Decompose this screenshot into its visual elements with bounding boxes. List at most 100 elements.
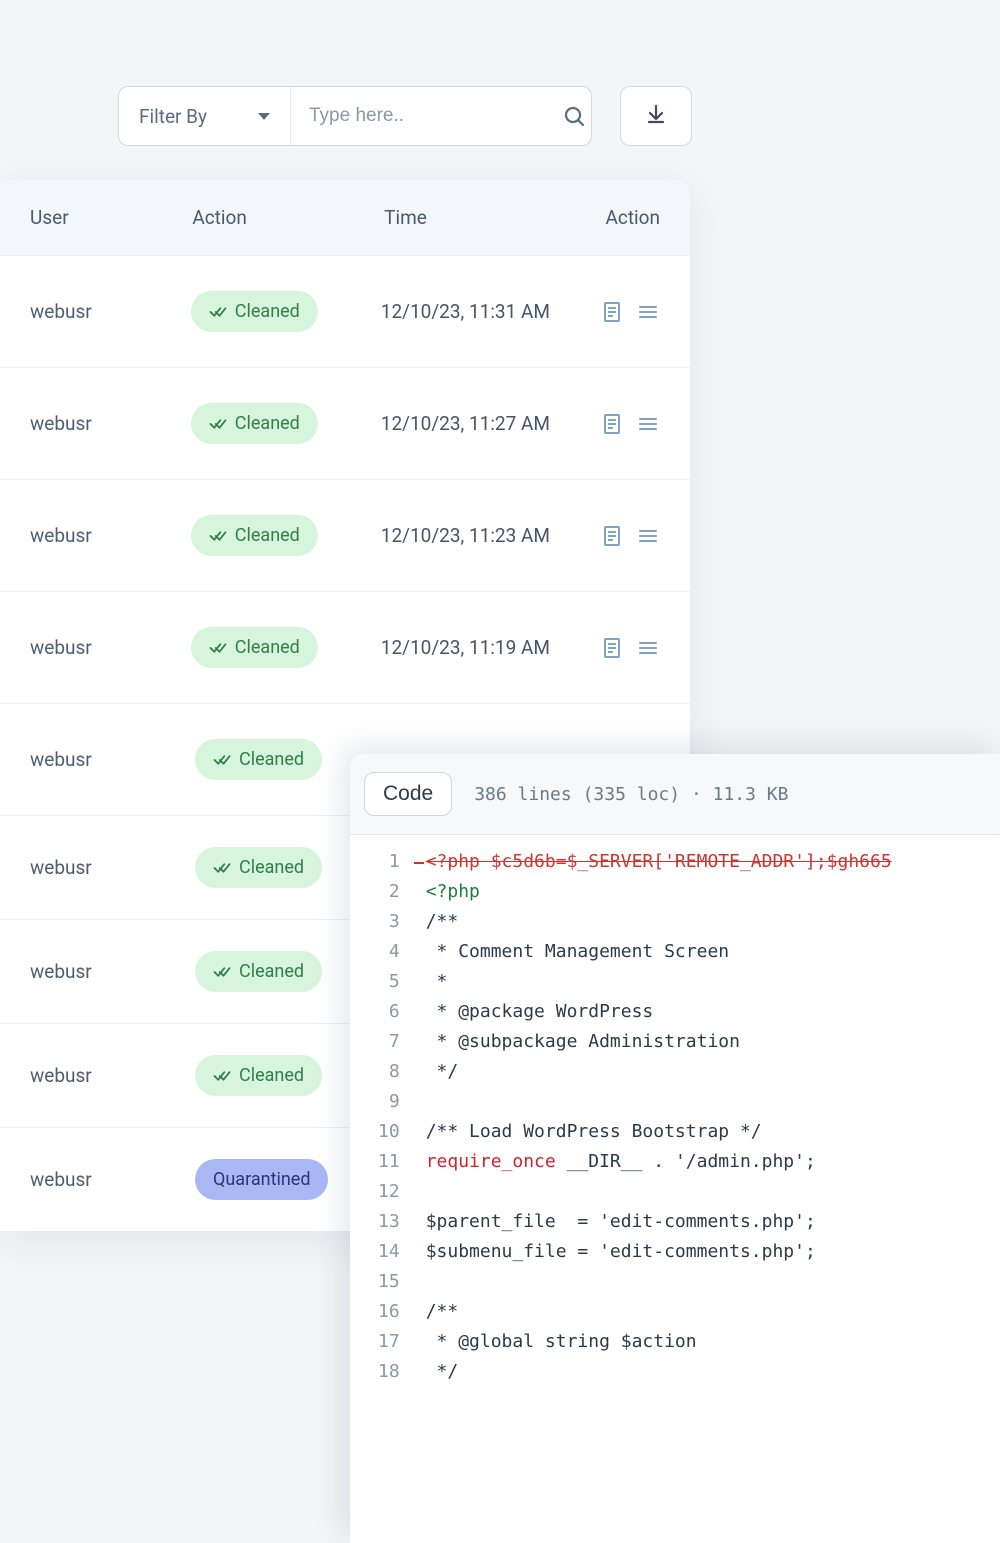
status-label: Cleaned [235, 637, 300, 658]
line-number: 15 [378, 1267, 400, 1297]
caret-down-icon [258, 113, 270, 120]
col-header-time: Time [384, 206, 605, 229]
double-check-icon [213, 965, 231, 979]
cell-actions [600, 300, 660, 324]
line-number: 9 [378, 1087, 400, 1117]
status-label: Cleaned [235, 301, 300, 322]
filter-search-group: Filter By [118, 86, 592, 146]
code-line: * @subpackage Administration [426, 1027, 892, 1057]
status-label: Cleaned [235, 525, 300, 546]
cell-user: webusr [30, 856, 195, 879]
double-check-icon [209, 529, 227, 543]
status-label: Quarantined [213, 1169, 310, 1190]
status-badge: Cleaned [195, 847, 322, 888]
col-header-status: Action [192, 206, 384, 229]
row-menu-icon[interactable] [636, 300, 660, 324]
code-line [426, 1267, 892, 1297]
table-row: webusr Cleaned 12/10/23, 11:27 AM [0, 367, 690, 479]
view-details-icon[interactable] [600, 524, 624, 548]
cell-time: 12/10/23, 11:19 AM [381, 636, 600, 659]
code-line: /** Load WordPress Bootstrap */ [426, 1117, 892, 1147]
col-header-user: User [30, 206, 192, 229]
code-line: <?php [426, 877, 892, 907]
line-number: 6 [378, 997, 400, 1027]
double-check-icon [209, 417, 227, 431]
status-badge: Cleaned [191, 515, 318, 556]
status-label: Cleaned [239, 749, 304, 770]
cell-user: webusr [30, 748, 195, 771]
code-panel-header: Code 386 lines (335 loc) · 11.3 KB [350, 754, 1000, 835]
line-number: 7 [378, 1027, 400, 1057]
line-number: 3 [378, 907, 400, 937]
cell-status: Cleaned [191, 291, 381, 332]
line-number: 4 [378, 937, 400, 967]
search-input[interactable] [309, 105, 554, 127]
double-check-icon [209, 641, 227, 655]
code-line: * [426, 967, 892, 997]
line-number: 13 [378, 1207, 400, 1237]
cell-user: webusr [30, 636, 191, 659]
code-line: require_once __DIR__ . '/admin.php'; [426, 1147, 892, 1177]
code-lines: <?php $c5d6b=$_SERVER['REMOTE_ADDR'];$gh… [416, 835, 892, 1543]
code-line [426, 1087, 892, 1117]
status-label: Cleaned [239, 1065, 304, 1086]
code-meta: 386 lines (335 loc) · 11.3 KB [474, 784, 788, 805]
status-label: Cleaned [239, 857, 304, 878]
cell-actions [600, 636, 660, 660]
filter-by-dropdown[interactable]: Filter By [119, 87, 291, 145]
code-line: * Comment Management Screen [426, 937, 892, 967]
cell-user: webusr [30, 300, 191, 323]
cell-user: webusr [30, 960, 195, 983]
cell-user: webusr [30, 412, 191, 435]
code-gutter: 123456789101112131415161718 [350, 835, 416, 1543]
line-number: 8 [378, 1057, 400, 1087]
code-line: <?php $c5d6b=$_SERVER['REMOTE_ADDR'];$gh… [426, 847, 892, 877]
code-line: $parent_file = 'edit-comments.php'; [426, 1207, 892, 1237]
table-row: webusr Cleaned 12/10/23, 11:31 AM [0, 255, 690, 367]
search-field-wrap [291, 87, 591, 145]
view-details-icon[interactable] [600, 300, 624, 324]
line-number: 2 [378, 877, 400, 907]
double-check-icon [213, 861, 231, 875]
download-button[interactable] [620, 86, 692, 146]
code-button[interactable]: Code [364, 772, 452, 816]
view-details-icon[interactable] [600, 412, 624, 436]
cell-time: 12/10/23, 11:31 AM [381, 300, 600, 323]
line-number: 11 [378, 1147, 400, 1177]
status-badge: Cleaned [191, 403, 318, 444]
line-number: 18 [378, 1357, 400, 1387]
status-badge: Cleaned [195, 1055, 322, 1096]
code-line: /** [426, 907, 892, 937]
cell-actions [600, 524, 660, 548]
table-header: User Action Time Action [0, 180, 690, 255]
status-badge: Quarantined [195, 1159, 328, 1200]
status-badge: Cleaned [195, 739, 322, 780]
status-badge: Cleaned [191, 291, 318, 332]
code-line: /** [426, 1297, 892, 1327]
col-header-action: Action [605, 206, 660, 229]
status-label: Cleaned [239, 961, 304, 982]
row-menu-icon[interactable] [636, 636, 660, 660]
cell-time: 12/10/23, 11:27 AM [381, 412, 600, 435]
double-check-icon [209, 305, 227, 319]
table-row: webusr Cleaned 12/10/23, 11:19 AM [0, 591, 690, 703]
status-label: Cleaned [235, 413, 300, 434]
line-number: 14 [378, 1237, 400, 1267]
row-menu-icon[interactable] [636, 524, 660, 548]
double-check-icon [213, 753, 231, 767]
row-menu-icon[interactable] [636, 412, 660, 436]
view-details-icon[interactable] [600, 636, 624, 660]
search-icon[interactable] [562, 104, 586, 128]
code-line [426, 1177, 892, 1207]
table-row: webusr Cleaned 12/10/23, 11:23 AM [0, 479, 690, 591]
cell-user: webusr [30, 1168, 195, 1191]
code-line: */ [426, 1057, 892, 1087]
status-badge: Cleaned [191, 627, 318, 668]
cell-time: 12/10/23, 11:23 AM [381, 524, 600, 547]
code-line: * @package WordPress [426, 997, 892, 1027]
toolbar: Filter By [118, 86, 692, 146]
cell-status: Cleaned [191, 515, 381, 556]
line-number: 1 [378, 847, 400, 877]
cell-user: webusr [30, 524, 191, 547]
double-check-icon [213, 1069, 231, 1083]
